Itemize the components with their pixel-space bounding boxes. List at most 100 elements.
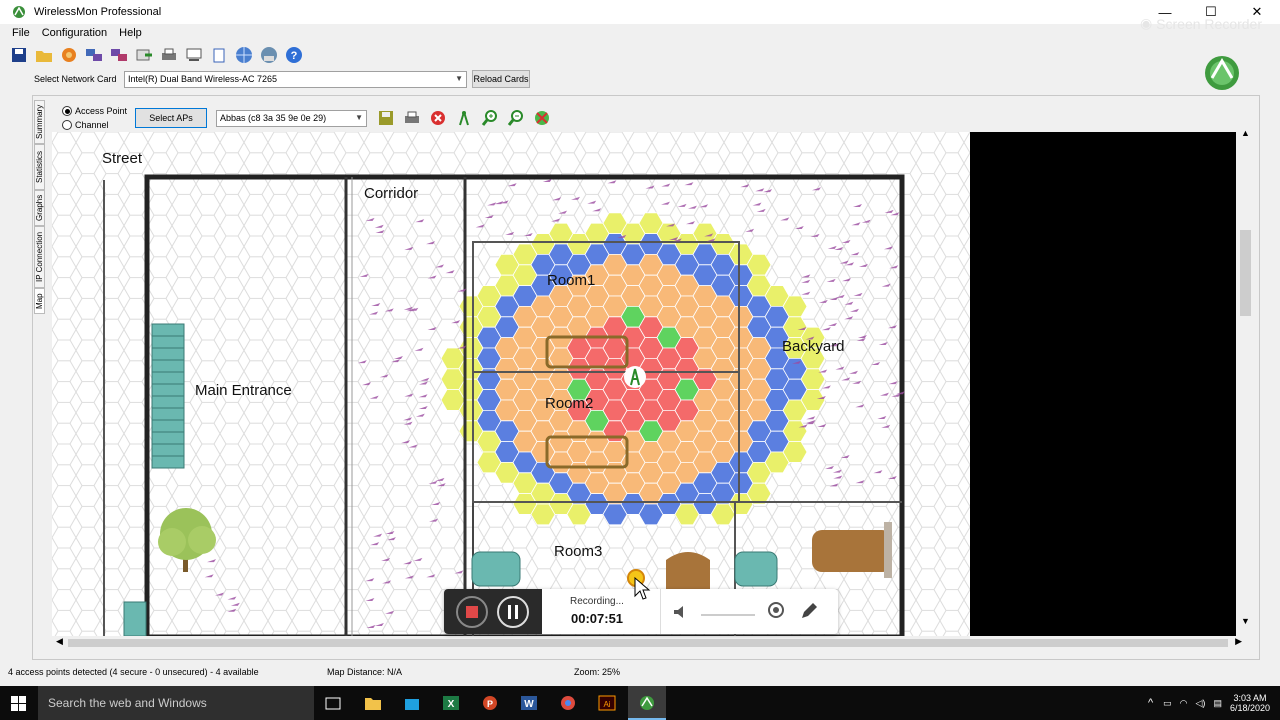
save-icon[interactable] — [8, 45, 29, 66]
scroll-left-icon[interactable]: ◀ — [56, 636, 63, 647]
export-icon[interactable] — [133, 45, 154, 66]
map-view[interactable]: Street Corridor Room1 Room2 Room3 Backya… — [52, 132, 1236, 636]
taskbar: Search the web and Windows X P W Ai ^ ▭ … — [0, 686, 1280, 720]
wifi-icon[interactable]: ◠ — [1180, 698, 1188, 709]
illustrator-icon[interactable]: Ai — [598, 695, 616, 711]
word-icon[interactable]: W — [520, 695, 538, 711]
maximize-button[interactable]: ☐ — [1188, 0, 1234, 24]
tab-map[interactable]: Map — [34, 288, 45, 314]
network-icon[interactable] — [83, 45, 104, 66]
monitor-icon[interactable] — [183, 45, 204, 66]
pause-button[interactable] — [497, 596, 529, 628]
clipboard-icon[interactable] — [208, 45, 229, 66]
chevron-up-icon[interactable]: ^ — [1148, 697, 1153, 709]
close-button[interactable]: ✕ — [1234, 0, 1280, 24]
delete-icon[interactable] — [427, 108, 448, 129]
access-point-icon[interactable] — [623, 365, 647, 389]
tab-statistics[interactable]: Statistics — [34, 144, 45, 190]
status-aps: 4 access points detected (4 secure - 0 u… — [8, 667, 259, 677]
minimize-button[interactable]: — — [1142, 0, 1188, 24]
tab-summary[interactable]: Summary — [34, 100, 45, 144]
volume-icon[interactable]: ◁) — [1196, 698, 1206, 709]
label-room2: Room2 — [545, 395, 594, 412]
map-toolbar: Access Point Channel Select APs Abbas (c… — [62, 104, 552, 132]
scroll-down-icon[interactable]: ▼ — [1241, 616, 1250, 626]
label-corridor: Corridor — [364, 185, 419, 202]
taskbar-search[interactable]: Search the web and Windows — [38, 686, 314, 720]
print-map-icon[interactable] — [401, 108, 422, 129]
menu-configuration[interactable]: Configuration — [42, 27, 107, 39]
scroll-up-icon[interactable]: ▲ — [1241, 128, 1250, 138]
tab-graphs[interactable]: Graphs — [34, 190, 45, 226]
recording-controls — [444, 589, 542, 634]
status-bar: 4 access points detected (4 secure - 0 u… — [0, 664, 1280, 682]
mouse-cursor-icon — [634, 576, 651, 600]
recording-time: 00:07:51 — [571, 611, 624, 626]
vertical-scrollbar[interactable]: ▲ ▼ — [1238, 128, 1254, 626]
radio-access-point[interactable]: Access Point — [62, 104, 127, 118]
webcam-icon[interactable] — [766, 601, 786, 621]
pencil-icon[interactable] — [799, 601, 819, 621]
windows-start-icon[interactable] — [11, 696, 26, 711]
file-explorer-icon[interactable] — [364, 695, 382, 711]
store-icon[interactable] — [403, 695, 421, 711]
scroll-right-icon[interactable]: ▶ — [1235, 636, 1242, 647]
ap-select[interactable]: Abbas (c8 3a 35 9e 0e 29) ▼ — [216, 109, 368, 127]
heatmap-icon[interactable] — [531, 108, 552, 129]
label-room1: Room1 — [547, 272, 596, 289]
web-icon[interactable] — [258, 45, 279, 66]
radio-channel[interactable]: Channel — [62, 118, 127, 132]
status-distance: Map Distance: N/A — [327, 667, 403, 677]
network-card-row: Select Network Card Intel(R) Dual Band W… — [34, 70, 530, 88]
stop-record-button[interactable] — [456, 596, 488, 628]
network-card-label: Select Network Card — [34, 74, 117, 84]
help-icon[interactable]: ? — [283, 45, 304, 66]
network-card-select[interactable]: Intel(R) Dual Band Wireless-AC 7265 ▼ — [124, 70, 467, 88]
radio-dot — [62, 120, 72, 130]
horizontal-scrollbar[interactable]: ◀ ▶ — [52, 636, 1246, 650]
main-toolbar: ? — [8, 43, 304, 67]
wirelessmon-taskbar-button[interactable] — [628, 686, 666, 720]
scroll-thumb[interactable] — [68, 639, 1228, 647]
wirelessmon-taskbar-icon — [640, 696, 654, 710]
open-folder-icon[interactable] — [33, 45, 54, 66]
radio-channel-label: Channel — [75, 120, 109, 130]
record-icon[interactable] — [58, 45, 79, 66]
notifications-icon[interactable]: ▤ — [1213, 698, 1222, 709]
reload-cards-button[interactable]: Reload Cards — [472, 70, 530, 88]
wirelessmon-logo-icon — [1205, 56, 1239, 90]
chrome-icon[interactable] — [559, 695, 577, 711]
wirelessmon-app-icon — [13, 6, 25, 18]
antenna-icon[interactable] — [453, 108, 474, 129]
chevron-down-icon: ▼ — [455, 73, 463, 83]
label-room3: Room3 — [554, 543, 603, 560]
radio-dot-selected — [62, 106, 72, 116]
powerpoint-icon[interactable]: P — [481, 695, 499, 711]
recording-label: Recording... — [570, 596, 624, 607]
network-card-value: Intel(R) Dual Band Wireless-AC 7265 — [128, 74, 278, 84]
save-map-icon[interactable] — [375, 108, 396, 129]
heatmap-canvas — [52, 132, 970, 636]
scroll-thumb[interactable] — [1240, 230, 1251, 316]
zoom-out-icon[interactable] — [505, 108, 526, 129]
task-view-icon[interactable] — [325, 696, 341, 711]
clock[interactable]: 3:03 AM 6/18/2020 — [1230, 693, 1270, 713]
menu-file[interactable]: File — [12, 27, 30, 39]
system-tray: ^ ▭ ◠ ◁) ▤ 3:03 AM 6/18/2020 — [1148, 686, 1280, 720]
vertical-tabs: Summary Statistics Graphs IP Connection … — [34, 100, 48, 314]
svg-text:?: ? — [290, 50, 297, 62]
speaker-icon[interactable] — [672, 603, 690, 621]
menu-help[interactable]: Help — [119, 27, 142, 39]
volume-slider[interactable] — [701, 614, 755, 616]
chevron-down-icon: ▼ — [355, 112, 364, 122]
select-aps-button[interactable]: Select APs — [135, 108, 208, 128]
tab-ip-connection[interactable]: IP Connection — [34, 226, 45, 288]
print-icon[interactable] — [158, 45, 179, 66]
battery-icon[interactable]: ▭ — [1163, 698, 1172, 709]
network-alt-icon[interactable] — [108, 45, 129, 66]
zoom-in-icon[interactable] — [479, 108, 500, 129]
title-bar: WirelessMon Professional ◉ Screen Record… — [0, 0, 1280, 32]
excel-icon[interactable]: X — [442, 695, 460, 711]
clock-date: 6/18/2020 — [1229, 703, 1270, 713]
globe-icon[interactable] — [233, 45, 254, 66]
